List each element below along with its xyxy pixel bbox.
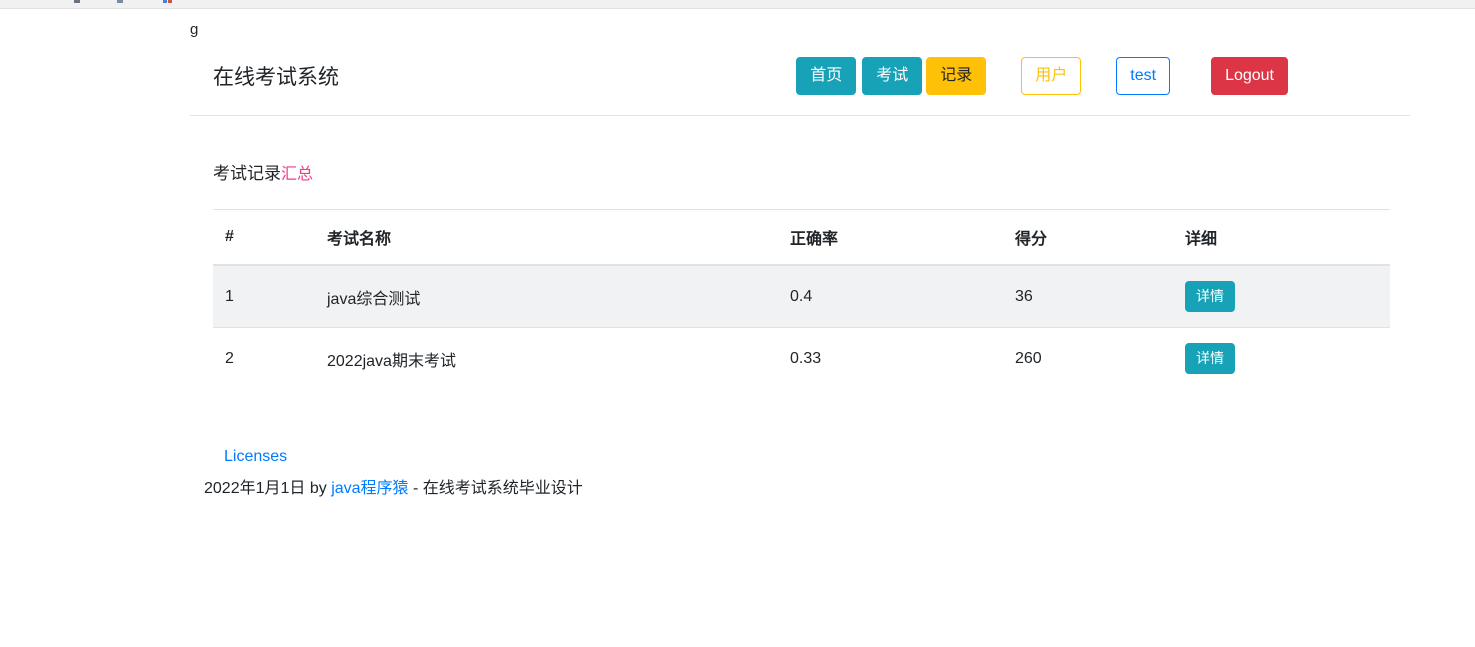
table-header-row: # 考试名称 正确率 得分 详细 xyxy=(213,209,1390,266)
cell-index: 1 xyxy=(213,264,315,328)
col-header-score: 得分 xyxy=(1003,209,1173,266)
nav-users-button[interactable]: 用户 xyxy=(1021,57,1082,95)
col-header-index: # xyxy=(213,209,315,266)
byline-prefix: 2022年1月1日 by xyxy=(204,480,332,497)
nav-records-button[interactable]: 记录 xyxy=(926,57,987,95)
logout-button[interactable]: Logout xyxy=(1211,57,1288,95)
byline-author-link[interactable]: java程序猿 xyxy=(331,480,408,497)
detail-button[interactable]: 详情 xyxy=(1185,343,1235,374)
browser-tab-strip xyxy=(0,0,1475,9)
tab-remnant-icon xyxy=(163,0,167,3)
section-heading: 考试记录汇总 xyxy=(213,159,1410,184)
top-navbar: 在线考试系统 首页 考试 记录 用户 test Logout xyxy=(190,57,1410,116)
section-heading-text: 考试记录 xyxy=(213,164,281,183)
table-row: 1 java综合测试 0.4 36 详情 xyxy=(213,264,1390,328)
cell-accuracy: 0.33 xyxy=(778,327,1003,389)
table-row: 2 2022java期末考试 0.33 260 详情 xyxy=(213,327,1390,389)
cell-name: java综合测试 xyxy=(315,264,778,328)
main-content: 考试记录汇总 # 考试名称 正确率 得分 详细 1 java综合测试 0.4 3… xyxy=(190,159,1410,389)
cell-index: 2 xyxy=(213,327,315,389)
col-header-accuracy: 正确率 xyxy=(778,209,1003,266)
main-nav: 首页 考试 记录 用户 test Logout xyxy=(796,57,1288,95)
page-title: 在线考试系统 xyxy=(213,66,339,89)
nav-exam-button[interactable]: 考试 xyxy=(862,57,923,95)
cell-accuracy: 0.4 xyxy=(778,264,1003,328)
cell-score: 260 xyxy=(1003,327,1173,389)
byline-suffix: - 在线考试系统毕业设计 xyxy=(408,480,583,497)
page-container: g 在线考试系统 首页 考试 记录 用户 test Logout 考试记录汇总 … xyxy=(190,9,1410,498)
nav-home-button[interactable]: 首页 xyxy=(796,57,857,95)
page-footer: Licenses 2022年1月1日 by java程序猿 - 在线考试系统毕业… xyxy=(190,445,1410,498)
nav-username-button[interactable]: test xyxy=(1116,57,1171,95)
col-header-detail: 详细 xyxy=(1173,209,1390,266)
exam-records-table: # 考试名称 正确率 得分 详细 1 java综合测试 0.4 36 详情 2 xyxy=(213,209,1390,389)
cell-name: 2022java期末考试 xyxy=(315,327,778,389)
col-header-name: 考试名称 xyxy=(315,209,778,266)
cell-score: 36 xyxy=(1003,264,1173,328)
tab-remnant-icon xyxy=(168,0,172,3)
stray-text: g xyxy=(190,21,199,38)
tab-remnant-icon xyxy=(117,0,123,3)
tab-remnant-icon xyxy=(74,0,80,3)
section-heading-code: 汇总 xyxy=(281,166,314,183)
licenses-link[interactable]: Licenses xyxy=(224,448,287,465)
detail-button[interactable]: 详情 xyxy=(1185,281,1235,312)
footer-byline: 2022年1月1日 by java程序猿 - 在线考试系统毕业设计 xyxy=(204,479,1410,498)
